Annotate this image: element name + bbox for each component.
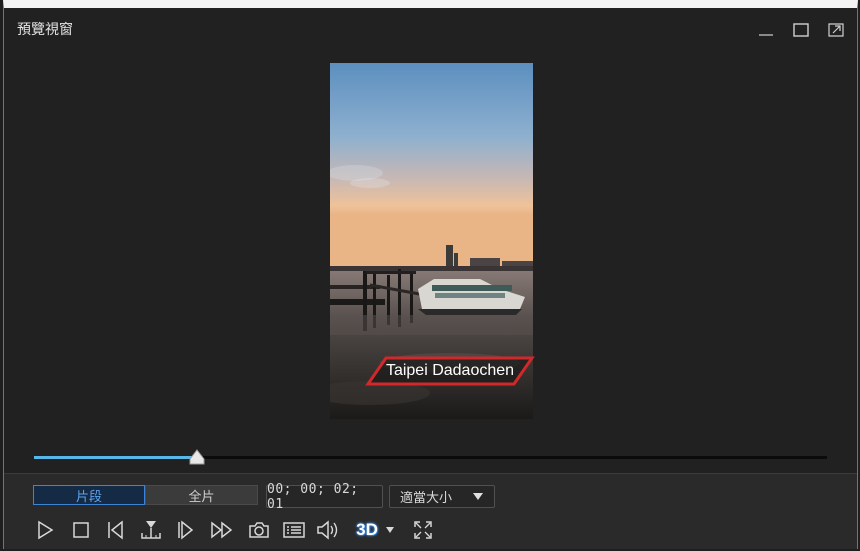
- volume-icon: [317, 520, 338, 540]
- scrubber-handle[interactable]: [189, 449, 205, 465]
- next-frame-button[interactable]: [173, 517, 199, 543]
- minimize-icon: [759, 34, 773, 36]
- stop-icon: [73, 522, 89, 538]
- window-controls: [755, 20, 847, 40]
- split-icon: [141, 521, 161, 539]
- movie-mode-button[interactable]: 全片: [145, 485, 258, 505]
- undock-button[interactable]: [825, 20, 847, 40]
- caption-text: Taipei Dadaochen: [385, 362, 515, 379]
- timecode-field[interactable]: 00; 00; 02; 01: [266, 482, 383, 512]
- next-frame-icon: [178, 520, 194, 540]
- preview-window: 預覽視窗 Taipei Dadaochen 片段 全片 00; 00; 02; …: [3, 0, 858, 549]
- maximize-button[interactable]: [790, 20, 812, 40]
- stop-button[interactable]: [68, 517, 94, 543]
- snapshot-button[interactable]: [246, 517, 272, 543]
- subtitle-button[interactable]: [281, 517, 307, 543]
- scrubber-progress: [34, 456, 197, 459]
- play-icon: [38, 520, 54, 540]
- previous-frame-button[interactable]: [103, 517, 129, 543]
- undock-icon: [828, 23, 844, 37]
- fit-size-value: 適當大小: [400, 491, 453, 506]
- maximize-icon: [793, 23, 809, 37]
- volume-button[interactable]: [315, 517, 341, 543]
- fullscreen-button[interactable]: [410, 517, 436, 543]
- previous-frame-icon: [108, 520, 123, 540]
- timeline-scrubber[interactable]: [34, 449, 827, 465]
- mode-switch: 片段 全片: [33, 485, 258, 505]
- 3d-button[interactable]: 3D: [354, 517, 380, 543]
- snapshot-icon: [249, 522, 269, 538]
- fast-forward-icon: [211, 521, 233, 539]
- clip-mode-button[interactable]: 片段: [33, 485, 145, 505]
- fullscreen-icon: [414, 521, 432, 539]
- 3d-dropdown-button[interactable]: [382, 517, 398, 543]
- fast-forward-button[interactable]: [209, 517, 235, 543]
- dropdown-icon: [386, 527, 394, 533]
- 3d-icon: 3D: [356, 520, 378, 539]
- fit-size-select[interactable]: 適當大小: [389, 485, 495, 508]
- window-title: 預覽視窗: [17, 22, 73, 38]
- play-button[interactable]: [32, 517, 58, 543]
- split-button[interactable]: [138, 517, 164, 543]
- subtitle-icon: [283, 522, 305, 538]
- chevron-down-icon: [473, 493, 483, 500]
- minimize-button[interactable]: [755, 20, 777, 40]
- title-caption[interactable]: Taipei Dadaochen: [364, 355, 536, 387]
